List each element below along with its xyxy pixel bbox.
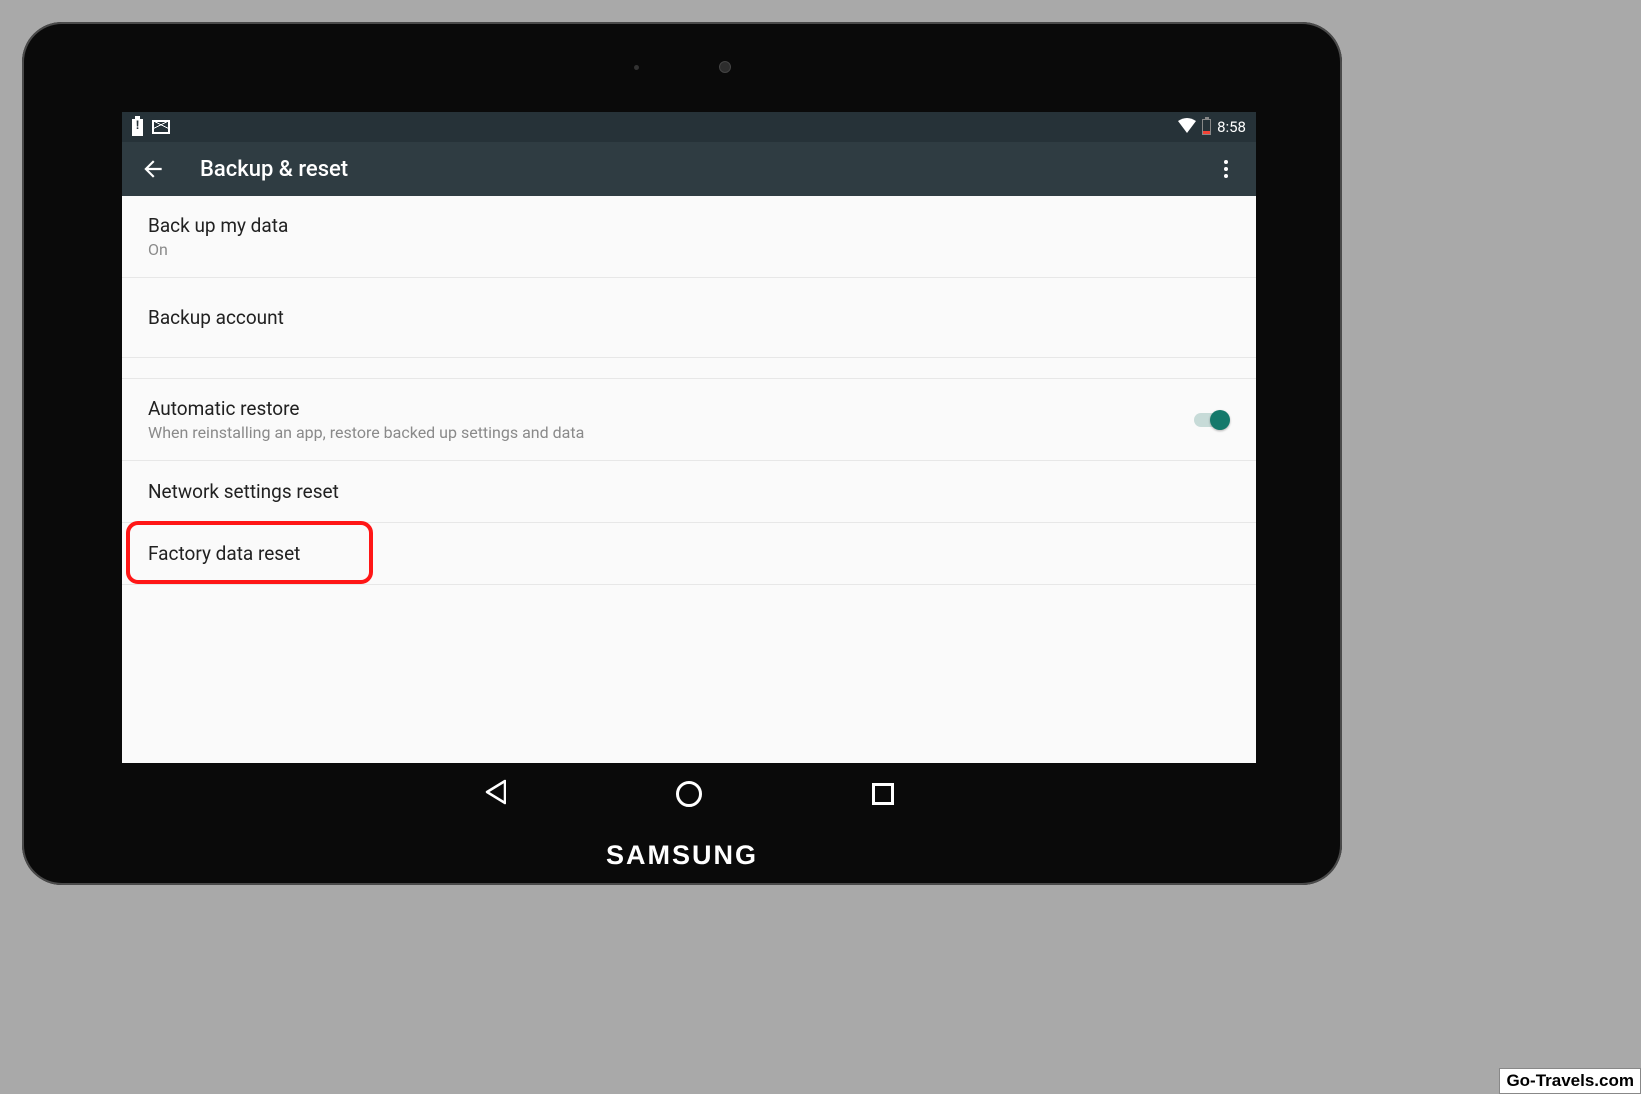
nav-home-icon[interactable] bbox=[676, 781, 702, 807]
screen: 8:58 Backup & reset Back up my data On bbox=[122, 112, 1256, 763]
factory-data-reset-title: Factory data reset bbox=[148, 542, 1230, 565]
network-settings-reset-title: Network settings reset bbox=[148, 480, 1230, 503]
wifi-icon bbox=[1178, 118, 1196, 137]
network-settings-reset-row[interactable]: Network settings reset bbox=[122, 461, 1256, 523]
automatic-restore-switch[interactable] bbox=[1192, 410, 1230, 430]
automatic-restore-sub: When reinstalling an app, restore backed… bbox=[148, 423, 1192, 442]
automatic-restore-row[interactable]: Automatic restore When reinstalling an a… bbox=[122, 378, 1256, 461]
status-clock: 8:58 bbox=[1217, 118, 1246, 136]
app-bar-title: Backup & reset bbox=[200, 157, 1214, 182]
factory-data-reset-row[interactable]: Factory data reset bbox=[122, 523, 1256, 585]
nav-back-icon[interactable] bbox=[484, 779, 506, 809]
back-arrow-icon[interactable] bbox=[140, 156, 166, 182]
front-camera bbox=[719, 61, 731, 73]
watermark-label: Go-Travels.com bbox=[1499, 1068, 1641, 1094]
backup-account-title: Backup account bbox=[148, 306, 1230, 329]
backup-my-data-title: Back up my data bbox=[148, 214, 1230, 237]
nav-bar bbox=[122, 770, 1256, 818]
backup-my-data-sub: On bbox=[148, 240, 1230, 259]
nav-recent-icon[interactable] bbox=[872, 783, 894, 805]
tablet-frame: 8:58 Backup & reset Back up my data On bbox=[22, 22, 1342, 885]
backup-account-row[interactable]: Backup account bbox=[122, 278, 1256, 358]
app-bar: Backup & reset bbox=[122, 142, 1256, 196]
status-bar: 8:58 bbox=[122, 112, 1256, 142]
automatic-restore-title: Automatic restore bbox=[148, 397, 1192, 420]
camera-region bbox=[22, 22, 1342, 112]
battery-low-icon bbox=[1202, 119, 1211, 135]
mail-icon bbox=[152, 120, 170, 134]
battery-alert-icon bbox=[132, 119, 143, 136]
backup-my-data-row[interactable]: Back up my data On bbox=[122, 196, 1256, 278]
settings-list: Back up my data On Backup account Automa… bbox=[122, 196, 1256, 585]
sensor-dot bbox=[634, 65, 639, 70]
overflow-menu-icon[interactable] bbox=[1214, 157, 1238, 181]
device-brand: SAMSUNG bbox=[22, 840, 1342, 871]
